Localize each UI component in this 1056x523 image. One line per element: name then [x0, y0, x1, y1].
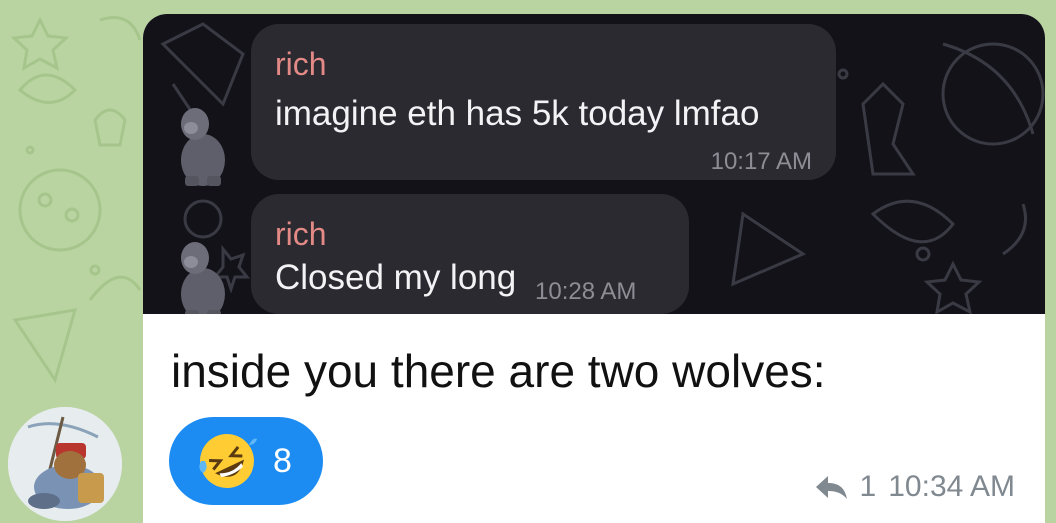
reply-arrow-icon [815, 476, 847, 499]
message-time: 10:34 AM [888, 470, 1015, 503]
embedded-message-time: 10:28 AM [535, 278, 637, 305]
embedded-message-text: imagine eth has 5k today lmfao [275, 94, 760, 133]
bear-illustration [8, 407, 122, 521]
embedded-message: rich imagine eth has 5k today lmfao 10:1… [251, 24, 836, 180]
reaction-pill[interactable]: 8 [169, 417, 323, 505]
sender-avatar[interactable] [8, 407, 122, 521]
embedded-sender-name: rich [275, 216, 327, 252]
rolling-on-floor-laughing-icon [199, 434, 257, 488]
reaction-count: 8 [273, 442, 292, 480]
message-meta: 1 10:34 AM [814, 470, 1015, 504]
embedded-message-time: 10:17 AM [710, 148, 812, 175]
message-caption: inside you there are two wolves: [171, 345, 826, 397]
reply-count[interactable]: 1 [860, 470, 877, 504]
message-bubble[interactable]: rich imagine eth has 5k today lmfao 10:1… [143, 14, 1045, 523]
gorilla-avatar-icon [181, 108, 225, 186]
embedded-chat-screenshot[interactable]: rich imagine eth has 5k today lmfao 10:1… [143, 14, 1045, 314]
gorilla-avatar-icon [181, 242, 225, 314]
embedded-message-text: Closed my long [275, 258, 517, 297]
embedded-message: rich Closed my long 10:28 AM [251, 194, 689, 314]
embedded-sender-name: rich [275, 46, 327, 82]
